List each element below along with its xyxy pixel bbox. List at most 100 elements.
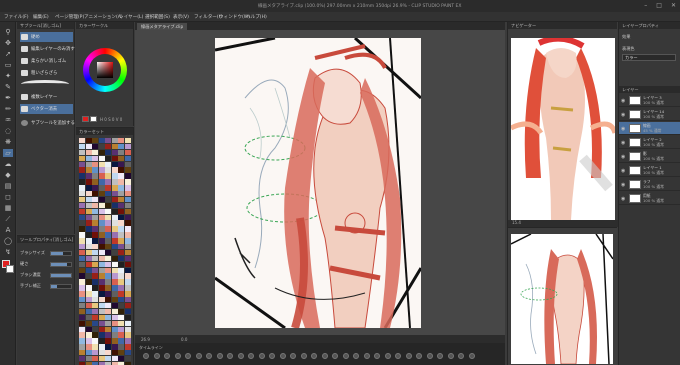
color-swatch[interactable] bbox=[118, 232, 124, 238]
color-swatch[interactable] bbox=[79, 143, 85, 150]
color-swatch[interactable] bbox=[118, 173, 124, 179]
color-swatch[interactable] bbox=[111, 255, 118, 262]
eye-icon[interactable]: ◉ bbox=[621, 140, 625, 146]
layer-row[interactable]: ◉ ラフ 100 % 通常 bbox=[619, 178, 680, 191]
timeline-frame[interactable] bbox=[405, 353, 412, 359]
color-swatch[interactable] bbox=[105, 267, 111, 273]
color-swatch[interactable] bbox=[98, 320, 105, 326]
color-swatch[interactable] bbox=[118, 167, 124, 173]
timeline-frame[interactable] bbox=[458, 353, 464, 359]
color-swatch[interactable] bbox=[111, 314, 118, 321]
timeline-frame[interactable] bbox=[185, 353, 191, 359]
color-swatch[interactable] bbox=[79, 273, 85, 279]
timeline-frame[interactable] bbox=[384, 353, 391, 359]
color-swatch[interactable] bbox=[118, 155, 124, 162]
color-swatch[interactable] bbox=[118, 344, 124, 350]
timeline-frame[interactable] bbox=[195, 353, 202, 359]
color-swatch[interactable] bbox=[105, 143, 111, 150]
timeline-frame[interactable] bbox=[468, 353, 475, 359]
color-swatch[interactable] bbox=[85, 232, 92, 238]
timeline-frame[interactable] bbox=[353, 353, 359, 359]
canvas-area[interactable] bbox=[135, 30, 505, 335]
color-swatch[interactable] bbox=[118, 220, 124, 226]
color-swatch[interactable] bbox=[124, 167, 131, 173]
color-swatch[interactable] bbox=[79, 161, 85, 167]
timeline-frame[interactable] bbox=[227, 353, 233, 359]
color-swatch[interactable] bbox=[105, 332, 111, 338]
color-swatch[interactable] bbox=[124, 297, 131, 303]
color-swatch[interactable] bbox=[92, 238, 98, 244]
tool-property-row[interactable]: 手ブレ補正 bbox=[20, 283, 73, 291]
color-swatch[interactable] bbox=[118, 185, 124, 191]
color-swatch[interactable] bbox=[124, 173, 131, 179]
color-swatch[interactable] bbox=[124, 244, 131, 250]
color-swatch[interactable] bbox=[98, 332, 105, 338]
decoration-icon[interactable]: ❋ bbox=[3, 138, 13, 146]
color-swatch[interactable] bbox=[98, 220, 105, 226]
color-swatch[interactable] bbox=[111, 267, 118, 273]
color-swatch[interactable] bbox=[124, 273, 131, 279]
color-swatch[interactable] bbox=[105, 155, 111, 162]
figure-icon[interactable]: ◻ bbox=[3, 193, 13, 201]
color-swatch[interactable] bbox=[105, 308, 111, 315]
close-icon[interactable]: ✕ bbox=[671, 2, 676, 9]
color-swatch[interactable] bbox=[98, 291, 105, 297]
color-swatch[interactable] bbox=[92, 143, 98, 150]
color-swatch[interactable] bbox=[98, 255, 105, 262]
color-swatch[interactable] bbox=[79, 308, 85, 315]
color-swatch[interactable] bbox=[111, 338, 118, 344]
color-swatch[interactable] bbox=[85, 314, 92, 321]
color-swatch[interactable] bbox=[92, 214, 98, 220]
color-swatch[interactable] bbox=[98, 226, 105, 232]
color-swatch[interactable] bbox=[79, 297, 85, 303]
color-swatch[interactable] bbox=[85, 220, 92, 226]
color-swatch[interactable] bbox=[98, 244, 105, 250]
color-wheel[interactable] bbox=[83, 48, 127, 92]
color-swatch[interactable] bbox=[105, 226, 111, 232]
sub-color-swatch[interactable] bbox=[6, 265, 14, 273]
color-swatch[interactable] bbox=[98, 196, 105, 203]
color-swatch[interactable] bbox=[92, 314, 98, 321]
color-swatch[interactable] bbox=[98, 191, 105, 197]
color-swatch[interactable] bbox=[92, 249, 98, 256]
color-swatch[interactable] bbox=[85, 350, 92, 356]
color-swatch[interactable] bbox=[85, 308, 92, 315]
color-swatch[interactable] bbox=[118, 208, 124, 215]
color-swatch[interactable] bbox=[118, 202, 124, 209]
eye-icon[interactable]: ◉ bbox=[621, 168, 625, 174]
color-swatch[interactable] bbox=[111, 149, 118, 156]
color-swatch[interactable] bbox=[124, 355, 131, 362]
color-swatch[interactable] bbox=[79, 302, 85, 309]
color-swatch[interactable] bbox=[124, 338, 131, 344]
tool-property-slider[interactable] bbox=[50, 262, 72, 267]
color-swatch[interactable] bbox=[124, 185, 131, 191]
color-swatch[interactable] bbox=[85, 355, 92, 362]
color-swatch[interactable] bbox=[105, 338, 111, 344]
color-swatch[interactable] bbox=[79, 214, 85, 220]
auto-select-icon[interactable]: ✦ bbox=[3, 72, 13, 80]
color-swatch[interactable] bbox=[111, 244, 118, 250]
menu-filter[interactable]: フィルター(I) bbox=[194, 14, 222, 20]
color-swatch[interactable] bbox=[92, 196, 98, 203]
color-swatch[interactable] bbox=[105, 149, 111, 156]
color-swatch[interactable] bbox=[111, 308, 118, 315]
timeline-frame[interactable] bbox=[258, 353, 265, 359]
color-swatch[interactable] bbox=[124, 308, 131, 315]
color-swatch[interactable] bbox=[92, 226, 98, 232]
eyedropper-icon[interactable]: ✎ bbox=[3, 83, 13, 91]
color-swatch[interactable] bbox=[85, 179, 92, 185]
color-swatch[interactable] bbox=[118, 320, 124, 326]
timeline-frame[interactable] bbox=[174, 353, 181, 359]
timeline-frame[interactable] bbox=[237, 353, 244, 359]
color-swatch[interactable] bbox=[124, 202, 131, 209]
subtool-item-hard[interactable]: 硬め bbox=[20, 32, 73, 42]
color-swatch[interactable] bbox=[92, 244, 98, 250]
color-swatch[interactable] bbox=[111, 261, 118, 268]
color-swatch[interactable] bbox=[98, 208, 105, 215]
timeline-frame[interactable] bbox=[332, 353, 338, 359]
color-swatch[interactable] bbox=[105, 191, 111, 197]
add-subtool-button[interactable]: サブツールを追加する bbox=[20, 118, 75, 128]
color-swatch[interactable] bbox=[92, 285, 98, 291]
tool-property-row[interactable]: 硬さ bbox=[20, 261, 73, 269]
color-swatch[interactable] bbox=[92, 185, 98, 191]
